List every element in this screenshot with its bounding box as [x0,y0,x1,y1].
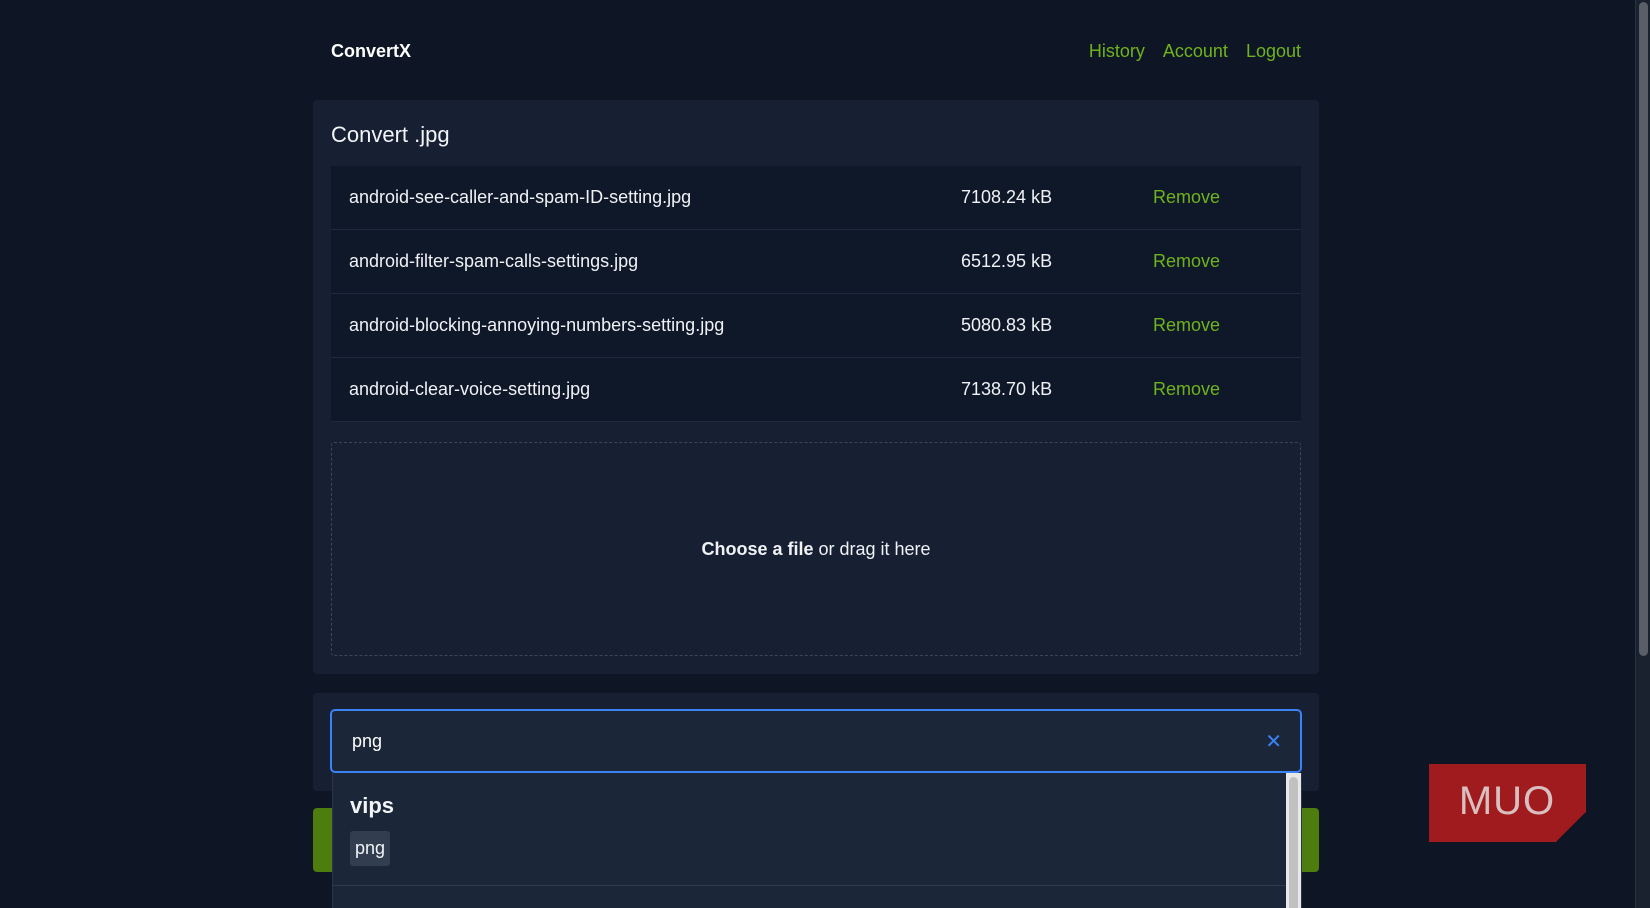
nav-account-link[interactable]: Account [1163,41,1228,62]
table-row: android-see-caller-and-spam-ID-setting.j… [331,166,1301,230]
format-dropdown: vips png [332,773,1302,908]
file-size: 7138.70 kB [961,379,1053,399]
nav-logout-link[interactable]: Logout [1246,41,1301,62]
file-name: android-clear-voice-setting.jpg [349,379,591,399]
file-table: android-see-caller-and-spam-ID-setting.j… [331,166,1301,422]
page: ConvertX History Account Logout Convert … [0,0,1650,908]
dropdown-divider [333,885,1288,886]
close-icon[interactable]: ✕ [1265,729,1282,754]
remove-file-button[interactable]: Remove [1153,187,1220,208]
remove-file-button[interactable]: Remove [1153,379,1220,400]
file-size: 5080.83 kB [961,315,1053,335]
table-row: android-filter-spam-calls-settings.jpg 6… [331,230,1301,294]
nav-history-link[interactable]: History [1089,41,1145,62]
top-nav: History Account Logout [1089,41,1301,62]
dropdown-scroll-thumb[interactable] [1289,777,1298,908]
converter-group-label: vips [350,793,395,818]
format-search-input[interactable] [350,729,1266,753]
brand-logo[interactable]: ConvertX [331,41,411,62]
top-header: ConvertX History Account Logout [331,36,1301,66]
choose-file-label[interactable]: Choose a file [701,539,813,560]
muo-watermark-logo: MUO [1429,764,1586,842]
file-dropzone[interactable]: Choose a file or drag it here [331,442,1301,656]
page-scroll-thumb[interactable] [1639,2,1648,656]
file-name: android-blocking-annoying-numbers-settin… [349,315,725,335]
file-name: android-filter-spam-calls-settings.jpg [349,251,639,271]
page-title: Convert .jpg [331,122,450,147]
remove-file-button[interactable]: Remove [1153,315,1220,336]
file-size: 7108.24 kB [961,187,1053,207]
table-row: android-blocking-annoying-numbers-settin… [331,294,1301,358]
format-option-png[interactable]: png [350,831,391,866]
remove-file-button[interactable]: Remove [1153,251,1220,272]
drag-hint-label: or drag it here [818,538,931,559]
watermark-text: MUO [1459,779,1555,823]
table-row: android-clear-voice-setting.jpg 7138.70 … [331,358,1301,422]
page-scrollbar[interactable] [1635,0,1650,908]
convert-card: Convert .jpg android-see-caller-and-spam… [313,100,1319,674]
dropdown-scrollbar[interactable] [1286,773,1301,908]
format-search-box[interactable]: ✕ [330,709,1302,773]
file-name: android-see-caller-and-spam-ID-setting.j… [349,187,692,207]
file-size: 6512.95 kB [961,251,1053,271]
